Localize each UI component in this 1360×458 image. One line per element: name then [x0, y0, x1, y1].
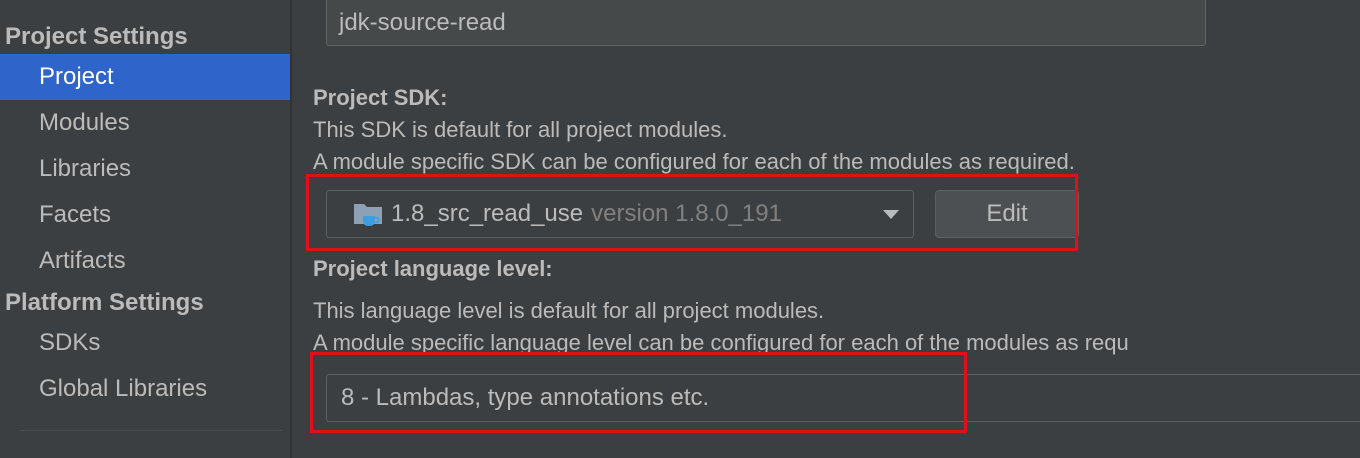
- sidebar-item-libraries[interactable]: Libraries: [0, 146, 290, 192]
- language-level-description: This language level is default for all p…: [313, 298, 825, 323]
- sidebar: Project Settings Project Modules Librari…: [0, 0, 290, 458]
- sidebar-item-label: SDKs: [39, 329, 101, 356]
- edit-sdk-button[interactable]: Edit: [935, 190, 1079, 238]
- sidebar-item-sdks[interactable]: SDKs: [0, 320, 290, 366]
- sidebar-item-label: Artifacts: [39, 247, 126, 274]
- project-settings-panel: jdk-source-read Project SDK: This SDK is…: [292, 0, 1360, 458]
- language-level-select[interactable]: 8 - Lambdas, type annotations etc.: [326, 374, 1360, 422]
- jdk-folder-icon: [353, 199, 385, 229]
- selected-sdk-name: 1.8_src_read_use: [391, 200, 584, 227]
- project-name-field[interactable]: jdk-source-read: [326, 0, 1206, 46]
- sidebar-item-label: Global Libraries: [39, 375, 208, 402]
- platform-settings-header: Platform Settings: [5, 289, 204, 316]
- language-level-description-2: A module specific language level can be …: [313, 330, 1129, 355]
- selected-language-level: 8 - Lambdas, type annotations etc.: [341, 384, 710, 411]
- project-sdk-label: Project SDK:: [313, 85, 448, 110]
- sidebar-item-global-libraries[interactable]: Global Libraries: [0, 366, 290, 412]
- project-name-value: jdk-source-read: [339, 9, 506, 36]
- project-settings-header: Project Settings: [5, 23, 188, 50]
- chevron-down-icon: [881, 207, 901, 221]
- sidebar-item-modules[interactable]: Modules: [0, 100, 290, 146]
- sidebar-item-project[interactable]: Project: [0, 54, 290, 100]
- project-sdk-select[interactable]: 1.8_src_read_use version 1.8.0_191: [326, 190, 914, 238]
- language-level-label: Project language level:: [313, 256, 553, 281]
- sidebar-item-label: Facets: [39, 201, 112, 228]
- sidebar-divider-line: [20, 430, 282, 431]
- project-sdk-description: This SDK is default for all project modu…: [313, 117, 728, 142]
- sidebar-item-label: Project: [39, 63, 114, 90]
- project-structure-dialog: Project Settings Project Modules Librari…: [0, 0, 1360, 458]
- sidebar-item-label: Libraries: [39, 155, 132, 182]
- sidebar-item-label: Modules: [39, 109, 130, 136]
- sidebar-item-facets[interactable]: Facets: [0, 192, 290, 238]
- project-sdk-description-2: A module specific SDK can be configured …: [313, 149, 1075, 174]
- selected-sdk-version: version 1.8.0_191: [591, 200, 782, 227]
- sidebar-item-artifacts[interactable]: Artifacts: [0, 238, 290, 284]
